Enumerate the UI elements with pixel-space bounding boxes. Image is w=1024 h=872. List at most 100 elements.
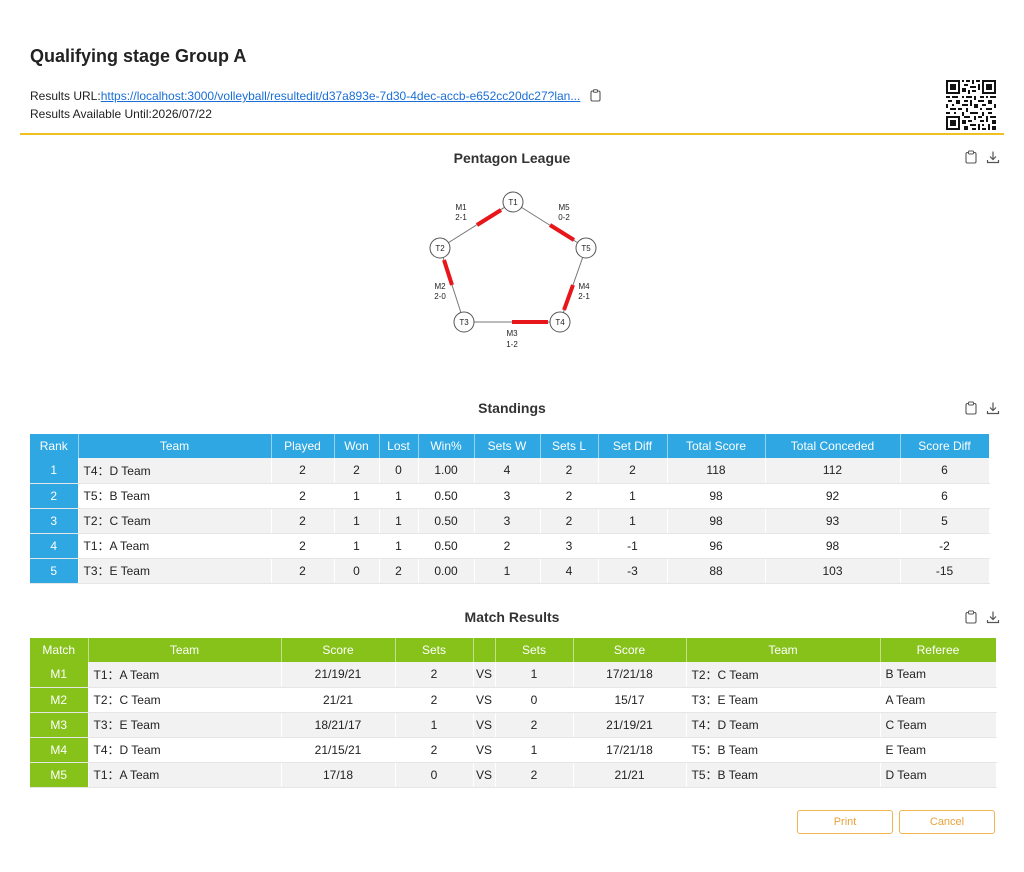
standings-clipboard-icon[interactable] (964, 401, 978, 415)
results-available-until: Results Available Until:2026/07/22 (30, 107, 212, 121)
standings-table: Rank Team Played Won Lost Win% Sets W Se… (30, 434, 990, 584)
match-header-home-score[interactable]: Score (281, 638, 396, 662)
away-team-cell: T4：D Team (686, 712, 881, 738)
match-label-m3: M3 (506, 329, 518, 338)
away-sets-cell: 1 (495, 737, 574, 763)
standings-header-rank[interactable]: Rank (30, 434, 79, 458)
total-conceded-cell: 98 (765, 533, 901, 559)
print-button[interactable]: Print (797, 810, 893, 834)
match-row: M4 T4：D Team 21/15/21 2 VS 1 17/21/18 T5：B Team… (30, 737, 997, 763)
score-diff-cell: 6 (900, 483, 990, 509)
win-pct-cell: 0.00 (418, 558, 475, 584)
match-id-cell: M2 (30, 687, 89, 713)
home-team-cell: T4：D Team (88, 737, 282, 763)
standings-header-won[interactable]: Won (334, 434, 380, 458)
standings-header-played[interactable]: Played (271, 434, 335, 458)
standings-header-total-conceded[interactable]: Total Conceded (765, 434, 901, 458)
away-sets-cell: 2 (495, 762, 574, 788)
home-sets-cell: 2 (395, 687, 474, 713)
standings-header-set-diff[interactable]: Set Diff (598, 434, 668, 458)
referee-cell: A Team (880, 687, 997, 713)
standings-header-sets-l[interactable]: Sets L (540, 434, 599, 458)
league-clipboard-icon[interactable] (964, 150, 978, 164)
match-header-home-team[interactable]: Team (88, 638, 282, 662)
total-score-cell: 98 (667, 483, 766, 509)
team-node-t1-label: T1 (508, 198, 518, 207)
total-conceded-cell: 112 (765, 458, 901, 484)
home-score-cell: 21/19/21 (281, 662, 396, 688)
match-header-home-sets[interactable]: Sets (395, 638, 474, 662)
copy-url-clipboard-icon[interactable] (590, 89, 601, 105)
referee-cell: E Team (880, 737, 997, 763)
score-diff-cell: -2 (900, 533, 990, 559)
league-download-icon[interactable] (986, 150, 1000, 164)
played-cell: 2 (271, 483, 335, 509)
away-team-cell: T2：C Team (686, 662, 881, 688)
match-header-away-sets[interactable]: Sets (495, 638, 574, 662)
league-title: Pentagon League (453, 150, 571, 166)
match-results-header-row: Match Team Score Sets Sets Score Team Re… (30, 638, 997, 662)
lost-cell: 2 (379, 558, 419, 584)
set-diff-cell: -1 (598, 533, 668, 559)
standings-header-score-diff[interactable]: Score Diff (900, 434, 990, 458)
results-url-link[interactable]: https://localhost:3000/volleyball/result… (101, 89, 581, 103)
match-header-away-score[interactable]: Score (573, 638, 687, 662)
home-score-cell: 18/21/17 (281, 712, 396, 738)
standings-row: 5 T3：E Team 2 0 2 0.00 1 4 -3 88 103 -15 (30, 558, 990, 584)
m4-winner-segment (562, 284, 575, 311)
match-header-referee[interactable]: Referee (880, 638, 997, 662)
rank-cell: 4 (30, 533, 79, 559)
score-diff-cell: 6 (900, 458, 990, 484)
match-results-clipboard-icon[interactable] (964, 610, 978, 624)
match-header-match[interactable]: Match (30, 638, 89, 662)
team-node-t5-label: T5 (581, 244, 591, 253)
away-team-cell: T5：B Team (686, 762, 881, 788)
m1-winner-segment (475, 208, 503, 227)
qr-code (946, 80, 996, 130)
standings-header-sets-w[interactable]: Sets W (474, 434, 541, 458)
sets-w-cell: 3 (474, 508, 541, 534)
away-sets-cell: 0 (495, 687, 574, 713)
set-diff-cell: -3 (598, 558, 668, 584)
vs-cell: VS (473, 662, 496, 688)
team-cell: T5：B Team (78, 483, 272, 509)
total-score-cell: 98 (667, 508, 766, 534)
home-sets-cell: 2 (395, 662, 474, 688)
team-cell: T4：D Team (78, 458, 272, 484)
lost-cell: 1 (379, 533, 419, 559)
sets-l-cell: 4 (540, 558, 599, 584)
won-cell: 1 (334, 483, 380, 509)
standings-download-icon[interactable] (986, 401, 1000, 415)
rank-cell: 3 (30, 508, 79, 534)
results-url-label: Results URL: (30, 89, 101, 103)
away-score-cell: 21/19/21 (573, 712, 687, 738)
match-row: M3 T3：E Team 18/21/17 1 VS 2 21/19/21 T4：D Team… (30, 712, 997, 738)
rank-cell: 2 (30, 483, 79, 509)
played-cell: 2 (271, 533, 335, 559)
standings-header-win-pct[interactable]: Win% (418, 434, 475, 458)
rank-cell: 5 (30, 558, 79, 584)
match-label-m4: M4 (578, 282, 590, 291)
match-row: M1 T1：A Team 21/19/21 2 VS 1 17/21/18 T2：C Team… (30, 662, 997, 688)
standings-row: 3 T2：C Team 2 1 1 0.50 3 2 1 98 93 5 (30, 508, 990, 534)
standings-title: Standings (478, 400, 546, 416)
lost-cell: 1 (379, 483, 419, 509)
won-cell: 2 (334, 458, 380, 484)
standings-header-team[interactable]: Team (78, 434, 272, 458)
rank-cell: 1 (30, 458, 79, 484)
score-diff-cell: -15 (900, 558, 990, 584)
win-pct-cell: 0.50 (418, 533, 475, 559)
match-results-download-icon[interactable] (986, 610, 1000, 624)
standings-header-lost[interactable]: Lost (379, 434, 419, 458)
standings-header-total-score[interactable]: Total Score (667, 434, 766, 458)
away-score-cell: 15/17 (573, 687, 687, 713)
standings-row: 1 T4：D Team 2 2 0 1.00 4 2 2 118 112 6 (30, 458, 990, 484)
match-header-away-team[interactable]: Team (686, 638, 881, 662)
team-cell: T2：C Team (78, 508, 272, 534)
m5-winner-segment (548, 223, 576, 242)
lost-cell: 1 (379, 508, 419, 534)
sets-w-cell: 4 (474, 458, 541, 484)
cancel-button[interactable]: Cancel (899, 810, 995, 834)
referee-cell: D Team (880, 762, 997, 788)
match-score-m3: 1-2 (506, 340, 518, 349)
